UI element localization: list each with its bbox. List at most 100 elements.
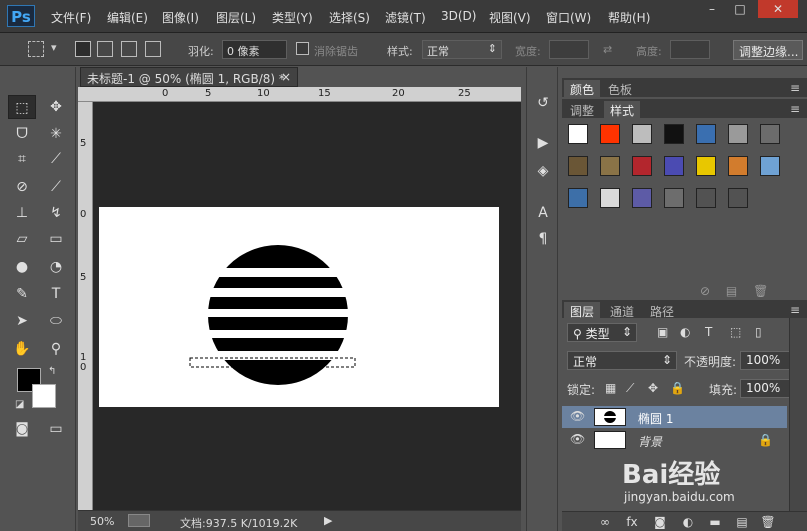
gradient-tool-icon[interactable]: ▭ [42, 227, 70, 251]
dodge-tool-icon[interactable]: ◔ [42, 255, 70, 279]
tab-adjustments[interactable]: 调整 [564, 101, 600, 118]
tab-channels[interactable]: 通道 [604, 302, 640, 319]
filter-type-icon[interactable]: T [705, 325, 712, 339]
menu-file[interactable]: 文件(F) [51, 9, 91, 26]
filter-shape-icon[interactable]: ⬚ [730, 325, 741, 339]
style-swatch[interactable] [664, 188, 684, 208]
menu-layer[interactable]: 图层(L) [216, 9, 256, 26]
layer-row-ellipse[interactable]: 👁 椭圆 1 [562, 406, 787, 428]
subtract-selection-icon[interactable] [121, 41, 137, 57]
menu-type[interactable]: 类型(Y) [272, 9, 313, 26]
clone-stamp-tool-icon[interactable]: ⊥ [8, 201, 36, 225]
style-swatch[interactable] [632, 188, 652, 208]
style-swatch[interactable] [760, 156, 780, 176]
menu-edit[interactable]: 编辑(E) [107, 9, 148, 26]
background-color-swatch[interactable] [32, 384, 56, 408]
intersect-selection-icon[interactable] [145, 41, 161, 57]
fill-input[interactable]: 100% [740, 379, 795, 398]
style-swatch[interactable] [568, 124, 588, 144]
trash-icon[interactable]: 🗑 [760, 514, 776, 530]
screen-mode-icon[interactable]: ▭ [42, 417, 70, 441]
image-canvas[interactable] [99, 207, 499, 407]
quick-mask-icon[interactable]: ◙ [8, 417, 36, 441]
style-swatch[interactable] [728, 188, 748, 208]
mask-icon[interactable]: ◙ [652, 514, 668, 530]
lock-transparent-icon[interactable]: ▦ [605, 381, 616, 395]
crop-tool-icon[interactable]: ⌗ [8, 147, 36, 171]
eye-icon[interactable]: 👁 [570, 432, 585, 446]
width-input[interactable] [549, 40, 589, 59]
lasso-tool-icon[interactable]: ᗜ [8, 122, 36, 146]
tab-styles[interactable]: 样式 [604, 101, 641, 118]
style-swatch[interactable] [696, 156, 716, 176]
layer-row-background[interactable]: 👁 背景 🔒 [562, 429, 787, 451]
filter-smart-object-icon[interactable]: ▯ [755, 325, 762, 339]
style-swatch[interactable] [664, 124, 684, 144]
style-swatch[interactable] [760, 124, 780, 144]
type-tool-icon[interactable]: T [42, 282, 70, 306]
status-menu-arrow-icon[interactable]: ▶ [324, 514, 332, 527]
style-select[interactable]: 正常 ⇕ [422, 40, 502, 59]
layer-kind-filter[interactable]: ⚲ 类型 ⇕ [567, 323, 637, 342]
maximize-button[interactable]: □ [728, 0, 752, 18]
healing-brush-tool-icon[interactable]: ⊘ [8, 175, 36, 199]
link-icon[interactable]: ∞ [597, 514, 613, 530]
panel-menu-icon[interactable]: ≡ [784, 80, 806, 97]
brush-tool-icon[interactable]: ⟋ [42, 175, 70, 199]
ellipse-tool-icon[interactable]: ⬭ [42, 309, 70, 333]
document-close-icon[interactable]: × [281, 70, 291, 84]
menu-image[interactable]: 图像(I) [162, 9, 199, 26]
hand-tool-icon[interactable]: ✋ [8, 337, 36, 361]
clear-style-icon[interactable]: ⊘ [700, 284, 710, 298]
new-layer-icon[interactable]: ▤ [734, 514, 750, 530]
height-input[interactable] [670, 40, 710, 59]
folder-icon[interactable]: ▬ [707, 514, 723, 530]
fx-icon[interactable]: fx [624, 514, 640, 530]
document-tab[interactable]: 未标题-1 @ 50% (椭圆 1, RGB/8) * × [80, 67, 298, 87]
lock-paint-icon[interactable]: ⟋ [626, 381, 634, 396]
blur-tool-icon[interactable]: ● [8, 255, 36, 279]
path-selection-tool-icon[interactable]: ➤ [8, 309, 36, 333]
tab-swatches[interactable]: 色板 [602, 80, 638, 97]
zoom-tool-icon[interactable]: ⚲ [42, 337, 70, 361]
style-swatch[interactable] [664, 156, 684, 176]
layers-scrollbar[interactable] [789, 318, 807, 511]
tab-color[interactable]: 颜色 [564, 80, 601, 97]
lock-all-icon[interactable]: 🔒 [670, 381, 685, 395]
paragraph-icon[interactable]: ¶ [533, 229, 553, 249]
add-selection-icon[interactable] [97, 41, 113, 57]
move-tool-icon[interactable]: ✥ [42, 95, 70, 119]
character-icon[interactable]: A [533, 203, 553, 223]
tab-layers[interactable]: 图层 [564, 302, 601, 319]
minimize-button[interactable]: – [700, 0, 724, 18]
style-swatch[interactable] [696, 124, 716, 144]
menu-3d[interactable]: 3D(D) [441, 9, 476, 23]
eraser-tool-icon[interactable]: ▱ [8, 227, 36, 251]
style-swatch[interactable] [696, 188, 716, 208]
eye-icon[interactable]: 👁 [570, 409, 585, 423]
style-swatch[interactable] [568, 188, 588, 208]
style-swatch[interactable] [632, 124, 652, 144]
style-swatch[interactable] [568, 156, 588, 176]
opacity-input[interactable]: 100% [740, 351, 795, 370]
style-swatch[interactable] [728, 156, 748, 176]
menu-window[interactable]: 窗口(W) [546, 9, 591, 26]
style-swatch[interactable] [632, 156, 652, 176]
style-swatch[interactable] [600, 156, 620, 176]
history-icon[interactable]: ↺ [533, 93, 553, 113]
magic-wand-tool-icon[interactable]: ✳ [42, 122, 70, 146]
swap-colors-icon[interactable]: ↰ [48, 366, 56, 377]
rect-marquee-tool-icon[interactable]: ⬚ [8, 95, 36, 119]
delete-style-icon[interactable]: 🗑 [753, 284, 768, 298]
style-swatch[interactable] [728, 124, 748, 144]
new-selection-icon[interactable] [75, 41, 91, 57]
lock-position-icon[interactable]: ✥ [648, 381, 658, 395]
new-style-icon[interactable]: ▤ [726, 284, 737, 298]
refine-edge-button[interactable]: 调整边缘... [733, 40, 803, 60]
properties-icon[interactable]: ◈ [533, 161, 553, 181]
menu-help[interactable]: 帮助(H) [608, 9, 650, 26]
actions-play-icon[interactable]: ▶ [533, 133, 553, 153]
filter-pixel-icon[interactable]: ▣ [657, 325, 668, 339]
menu-filter[interactable]: 滤镜(T) [385, 9, 426, 26]
panel-menu-icon[interactable]: ≡ [784, 302, 806, 319]
